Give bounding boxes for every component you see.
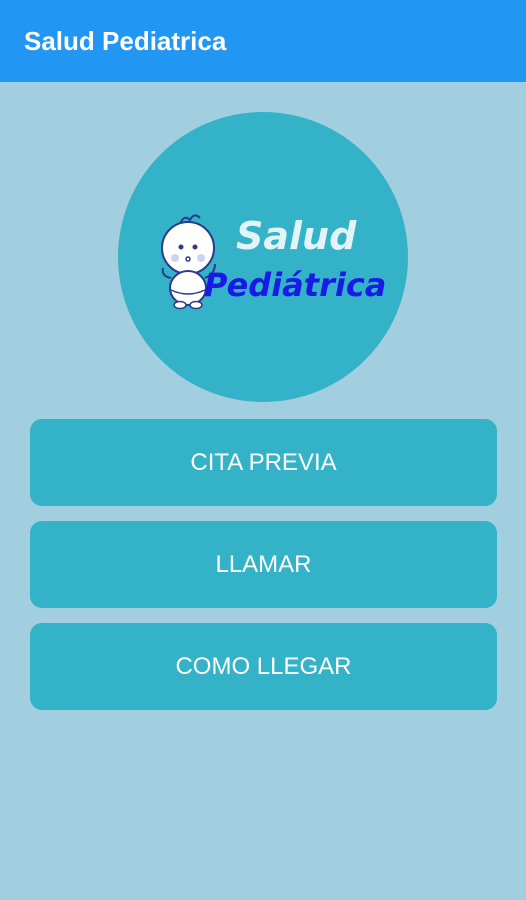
llamar-button[interactable]: LLAMAR	[30, 521, 497, 608]
app-bar: Salud Pediatrica	[0, 0, 526, 82]
logo-text-salud: Salud	[236, 214, 357, 258]
logo-text-pediatrica: Pediátrica	[204, 266, 387, 304]
cita-previa-button[interactable]: CITA PREVIA	[30, 419, 497, 506]
app-title: Salud Pediatrica	[24, 26, 227, 56]
logo: Salud Pediátrica	[118, 112, 408, 402]
como-llegar-button[interactable]: COMO LLEGAR	[30, 623, 497, 710]
